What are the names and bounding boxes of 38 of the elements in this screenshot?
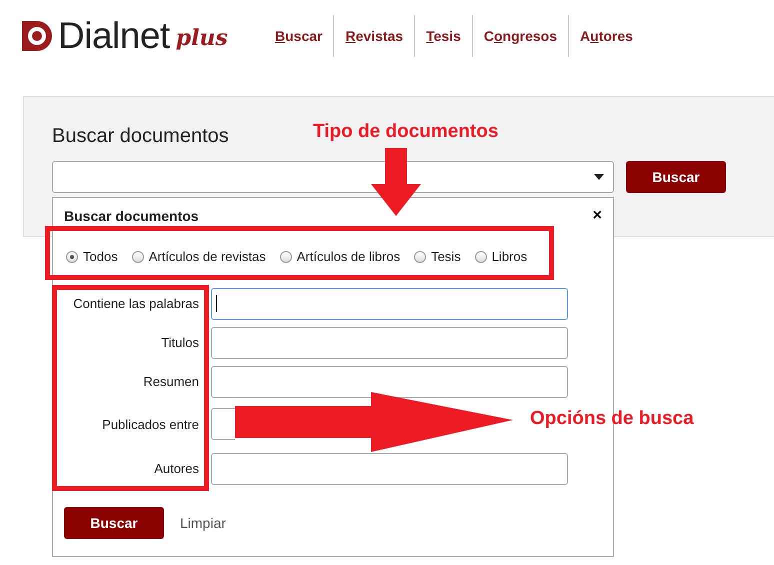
radio-label: Todos: [83, 249, 118, 264]
close-button[interactable]: ×: [592, 208, 602, 224]
nav-link[interactable]: Autores: [568, 15, 644, 57]
caret-icon: [594, 174, 604, 180]
annotation-label: Opcións de busca: [530, 408, 694, 430]
input-field[interactable]: [211, 366, 568, 398]
popup-title: Buscar documentos: [64, 208, 199, 224]
submit-button[interactable]: Buscar: [64, 507, 164, 539]
radio-label: Artículos de libros: [296, 249, 400, 264]
logo-suffix: plus: [176, 25, 228, 51]
document-type-select[interactable]: [52, 161, 614, 193]
panel-title: Buscar documentos: [52, 125, 229, 148]
annotation-label: Tipo de documentos: [313, 121, 498, 143]
input-field[interactable]: [211, 288, 568, 320]
radio-button[interactable]: [474, 250, 487, 262]
radio-button[interactable]: [280, 250, 292, 262]
field-label: Resumen: [142, 374, 199, 389]
field-label: Titulos: [160, 335, 199, 350]
search-button[interactable]: Buscar: [626, 161, 726, 193]
radio-button[interactable]: [66, 250, 78, 262]
logo-icon: [22, 21, 52, 51]
clear-link[interactable]: Limpiar: [180, 515, 226, 531]
nav-link[interactable]: Tesis: [414, 15, 472, 57]
radio-button[interactable]: [132, 250, 144, 262]
radio-button[interactable]: [414, 250, 426, 262]
field-label: Contiene las palabras: [72, 296, 199, 311]
radio-label: Artículos de revistas: [148, 249, 266, 264]
field-label: Autores: [153, 461, 199, 476]
input-field[interactable]: [211, 452, 568, 484]
down-arrow-annotation: [371, 148, 421, 216]
nav-link[interactable]: Revistas: [333, 15, 414, 57]
field-label: Publicados entre: [101, 416, 199, 432]
logo-wordmark: Dialnet: [58, 15, 170, 57]
radio-label: Libros: [492, 249, 528, 264]
input-field[interactable]: [211, 326, 568, 358]
nav-link[interactable]: Buscar: [264, 15, 334, 57]
radio-label: Tesis: [431, 249, 461, 264]
nav-link[interactable]: Congresos: [472, 15, 568, 57]
